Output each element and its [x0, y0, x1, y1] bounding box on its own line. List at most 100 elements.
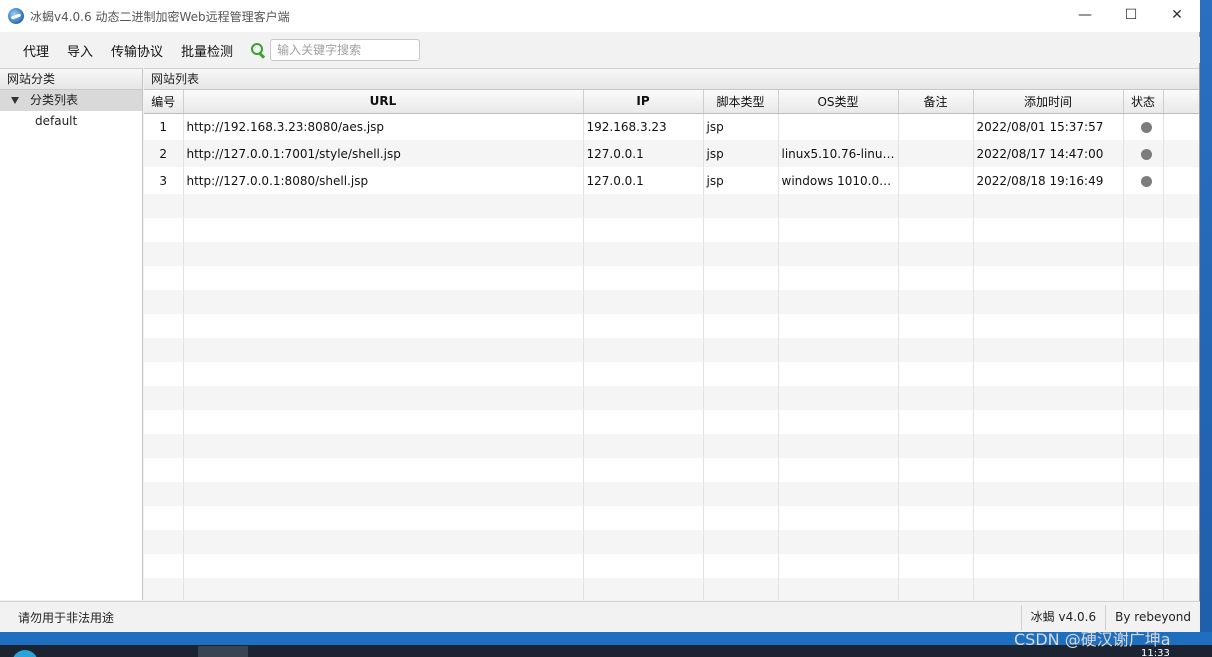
- tree-root-category-list[interactable]: 分类列表: [0, 90, 142, 111]
- empty-cell: [703, 362, 779, 386]
- table-row[interactable]: 2 http://127.0.0.1:7001/style/shell.jsp …: [144, 140, 1199, 167]
- column-header-script-type[interactable]: 脚本类型: [703, 90, 779, 114]
- empty-cell: [703, 506, 779, 530]
- search-icon[interactable]: [250, 42, 266, 58]
- cell-os-type: linux5.10.76-linuxk...: [778, 140, 899, 167]
- empty-cell: [1163, 530, 1199, 554]
- empty-cell: [583, 578, 704, 600]
- column-header-url[interactable]: URL: [183, 90, 584, 114]
- empty-cell: [778, 578, 899, 600]
- empty-cell: [1123, 578, 1164, 600]
- empty-cell: [583, 434, 704, 458]
- column-header-added-time[interactable]: 添加时间: [973, 90, 1124, 114]
- table-row[interactable]: 1 http://192.168.3.23:8080/aes.jsp 192.1…: [144, 113, 1199, 140]
- column-header-status[interactable]: 状态: [1123, 90, 1164, 114]
- maximize-button[interactable]: ☐: [1108, 0, 1154, 30]
- cell-note: [898, 113, 974, 140]
- cell-added-time: 2022/08/17 14:47:00: [973, 140, 1124, 167]
- search-box: [250, 39, 421, 61]
- empty-cell: [583, 194, 704, 218]
- empty-cell: [1123, 266, 1164, 290]
- cell-url: http://127.0.0.1:7001/style/shell.jsp: [183, 140, 584, 167]
- empty-cell: [898, 410, 974, 434]
- empty-cell: [703, 434, 779, 458]
- legal-warning-text: 请勿用于非法用途: [18, 610, 115, 625]
- empty-cell: [144, 482, 184, 506]
- table-header-row: 编号 URL IP 脚本类型 OS类型 备注 添加时间 状态: [144, 90, 1199, 114]
- empty-table-row: [144, 218, 1199, 242]
- empty-cell: [183, 482, 584, 506]
- category-panel: 网站分类 分类列表 default: [0, 68, 143, 600]
- menu-bar: 代理 导入 传输协议 批量检测: [0, 37, 1200, 63]
- cell-url: http://192.168.3.23:8080/aes.jsp: [183, 113, 584, 140]
- empty-table-row: [144, 386, 1199, 410]
- csdn-watermark: CSDN @硬汉谢广坤a: [1014, 630, 1171, 649]
- close-button[interactable]: ✕: [1154, 0, 1200, 30]
- cell-note: [898, 140, 974, 167]
- cell-script-type: jsp: [703, 167, 779, 194]
- empty-cell: [703, 578, 779, 600]
- empty-table-row: [144, 338, 1199, 362]
- cell-os-type: [778, 113, 899, 140]
- empty-cell: [583, 242, 704, 266]
- column-header-note[interactable]: 备注: [898, 90, 974, 114]
- empty-cell: [898, 530, 974, 554]
- empty-table-row: [144, 362, 1199, 386]
- taskbar-app-icon[interactable]: [198, 646, 248, 657]
- empty-cell: [778, 290, 899, 314]
- empty-cell: [183, 458, 584, 482]
- search-input[interactable]: [270, 39, 421, 61]
- empty-cell: [703, 290, 779, 314]
- empty-cell: [1123, 434, 1164, 458]
- empty-cell: [144, 554, 184, 578]
- cell-status: [1123, 167, 1164, 194]
- status-indicator-icon: [1140, 148, 1152, 160]
- menu-import[interactable]: 导入: [58, 41, 102, 60]
- empty-cell: [583, 410, 704, 434]
- empty-cell: [973, 386, 1124, 410]
- column-header-ip[interactable]: IP: [583, 90, 704, 114]
- minimize-button[interactable]: —: [1062, 0, 1108, 30]
- empty-cell: [183, 194, 584, 218]
- empty-cell: [144, 386, 184, 410]
- column-header-os-type[interactable]: OS类型: [778, 90, 899, 114]
- empty-cell: [1123, 314, 1164, 338]
- empty-cell: [144, 578, 184, 600]
- empty-cell: [973, 482, 1124, 506]
- menu-batch-check[interactable]: 批量检测: [172, 41, 242, 60]
- empty-cell: [583, 218, 704, 242]
- start-button-icon[interactable]: [12, 650, 38, 657]
- empty-cell: [898, 266, 974, 290]
- empty-cell: [144, 434, 184, 458]
- empty-table-row: [144, 482, 1199, 506]
- empty-cell: [973, 530, 1124, 554]
- empty-table-row: [144, 530, 1199, 554]
- empty-cell: [583, 266, 704, 290]
- menu-proxy[interactable]: 代理: [14, 41, 58, 60]
- empty-cell: [1123, 482, 1164, 506]
- empty-table-row: [144, 314, 1199, 338]
- empty-cell: [1123, 386, 1164, 410]
- empty-cell: [144, 506, 184, 530]
- empty-cell: [1163, 458, 1199, 482]
- empty-cell: [583, 314, 704, 338]
- cell-os-type: windows 1010.0a...: [778, 167, 899, 194]
- empty-cell: [703, 386, 779, 410]
- empty-cell: [973, 194, 1124, 218]
- expand-arrow-icon[interactable]: [11, 97, 19, 104]
- window-title: 冰蝎v4.0.6 动态二进制加密Web远程管理客户端: [30, 9, 290, 24]
- empty-cell: [703, 194, 779, 218]
- table-row[interactable]: 3 http://127.0.0.1:8080/shell.jsp 127.0.…: [144, 167, 1199, 194]
- empty-cell: [1163, 314, 1199, 338]
- column-header-filler: [1163, 90, 1199, 114]
- menu-transport-protocol[interactable]: 传输协议: [102, 41, 172, 60]
- empty-cell: [1163, 242, 1199, 266]
- empty-cell: [583, 386, 704, 410]
- category-panel-header: 网站分类: [0, 69, 142, 90]
- tree-item-default[interactable]: default: [0, 111, 142, 131]
- cell-ip: 192.168.3.23: [583, 113, 704, 140]
- empty-cell: [898, 194, 974, 218]
- column-header-id[interactable]: 编号: [144, 90, 184, 114]
- empty-cell: [144, 362, 184, 386]
- empty-cell: [703, 530, 779, 554]
